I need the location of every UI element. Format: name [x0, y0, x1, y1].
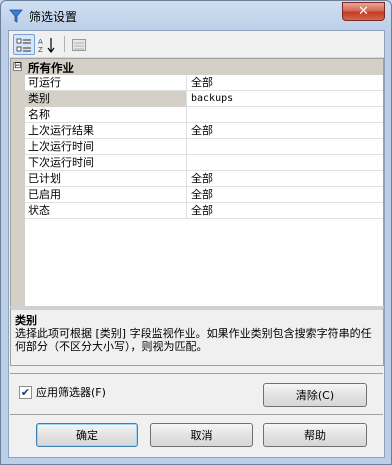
- close-button[interactable]: ✕: [342, 2, 385, 21]
- alphabetical-sort-icon: A Z: [38, 37, 55, 53]
- category-row[interactable]: ⊟ 所有作业: [11, 59, 383, 75]
- apply-filter-option[interactable]: ✔ 应用筛选器(F): [19, 384, 106, 400]
- categorized-view-button[interactable]: [13, 34, 35, 55]
- description-pane: 类别 选择此项可根据 [类别] 字段监视作业。如果作业类别包含搜索字符串的任何部…: [10, 306, 384, 366]
- property-value[interactable]: [188, 107, 383, 123]
- property-value[interactable]: [188, 139, 383, 155]
- property-value[interactable]: 全部: [188, 75, 383, 91]
- divider: [10, 414, 383, 415]
- window-title: 筛选设置: [29, 10, 78, 24]
- property-value[interactable]: 全部: [188, 171, 383, 187]
- property-name: 上次运行结果: [25, 123, 187, 139]
- description-text: 选择此项可根据 [类别] 字段监视作业。如果作业类别包含搜索字符串的任何部分（不…: [15, 327, 372, 353]
- toolbar-separator: [64, 36, 65, 52]
- close-icon: ✕: [358, 4, 369, 19]
- category-label: 所有作业: [28, 61, 74, 75]
- grid-gutter: [11, 59, 25, 329]
- property-row[interactable]: 已启用 全部: [25, 187, 383, 203]
- property-name: 可运行: [25, 75, 187, 91]
- property-row[interactable]: 下次运行时间: [25, 155, 383, 171]
- help-button[interactable]: 帮助: [263, 423, 367, 447]
- property-value[interactable]: 全部: [188, 203, 383, 219]
- property-row[interactable]: 状态 全部: [25, 203, 383, 219]
- property-value[interactable]: backups: [188, 91, 383, 107]
- property-value[interactable]: 全部: [188, 123, 383, 139]
- property-grid: ⊟ 所有作业 可运行 全部 类别 backups 名称 上次运行结果 全部 上次…: [10, 58, 384, 330]
- property-row-selected[interactable]: 类别 backups: [25, 91, 383, 107]
- apply-filter-checkbox[interactable]: ✔: [19, 385, 32, 399]
- property-row[interactable]: 已计划 全部: [25, 171, 383, 187]
- dialog-client-area: A Z ⊟ 所有作业 可运行 全部 类别 backups 名称 上次运行结果 全…: [8, 30, 385, 458]
- ok-button[interactable]: 确定: [36, 423, 138, 447]
- title-bar: 筛选设置 ✕: [1, 1, 391, 31]
- property-pages-icon: [72, 38, 86, 51]
- filter-settings-window: 筛选设置 ✕ A Z ⊟ 所有作业 可运行 全部 类别 backups 名称 上…: [0, 0, 392, 465]
- property-name: 上次运行时间: [25, 139, 187, 155]
- property-value[interactable]: 全部: [188, 187, 383, 203]
- property-row[interactable]: 上次运行结果 全部: [25, 123, 383, 139]
- description-title: 类别: [15, 314, 37, 327]
- svg-text:Z: Z: [38, 46, 43, 53]
- property-name: 类别: [25, 91, 187, 107]
- property-name: 已启用: [25, 187, 187, 203]
- property-name: 状态: [25, 203, 187, 219]
- property-row[interactable]: 可运行 全部: [25, 75, 383, 91]
- filter-icon: [9, 9, 23, 23]
- alphabetical-sort-button[interactable]: A Z: [36, 34, 58, 55]
- apply-filter-label: 应用筛选器(F): [36, 386, 106, 399]
- property-name: 已计划: [25, 171, 187, 187]
- property-row[interactable]: 名称: [25, 107, 383, 123]
- property-name: 名称: [25, 107, 187, 123]
- property-grid-toolbar: A Z: [9, 31, 384, 58]
- property-pages-button[interactable]: [68, 34, 90, 55]
- property-value[interactable]: [188, 155, 383, 171]
- property-row[interactable]: 上次运行时间: [25, 139, 383, 155]
- property-name: 下次运行时间: [25, 155, 187, 171]
- cancel-button[interactable]: 取消: [150, 423, 253, 447]
- collapse-icon[interactable]: ⊟: [13, 62, 22, 71]
- clear-button[interactable]: 清除(C): [263, 383, 367, 407]
- svg-text:A: A: [38, 38, 43, 46]
- categorized-view-icon: [16, 38, 31, 51]
- divider: [10, 373, 383, 374]
